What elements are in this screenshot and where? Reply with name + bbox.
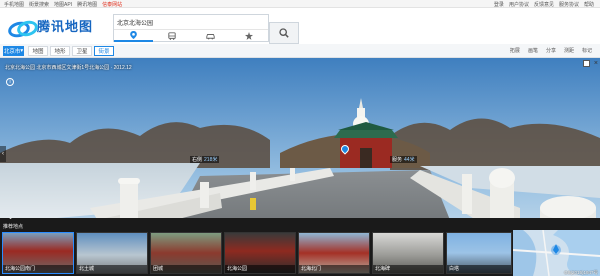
thumb-caption: 北土城 <box>77 265 147 273</box>
tool-measure[interactable]: 测距 <box>564 47 574 54</box>
link-map-api[interactable]: 地图API <box>54 1 72 8</box>
poi-label-right-dist: 44米 <box>404 157 415 163</box>
search-input[interactable] <box>114 15 268 29</box>
search-button[interactable] <box>269 22 299 44</box>
map-tabs: 地图 地形 卫星 街景 <box>28 46 114 56</box>
link-help[interactable]: 帮助 <box>584 1 594 8</box>
link-mobile-map[interactable]: 手机地图 <box>4 1 24 8</box>
poi-label-right-name: 服务 <box>392 157 403 163</box>
thumb-caption: 团城 <box>151 265 221 273</box>
fullscreen-icon[interactable] <box>583 60 590 67</box>
city-name: 北京市 <box>3 49 21 55</box>
thumb-caption: 北海北门 <box>299 265 369 273</box>
thumb-item[interactable]: 北土城 <box>76 232 148 274</box>
link-hot[interactable]: 信泰网站 <box>102 1 122 8</box>
top-bar: 手机地图 街景搜索 地图API 腾讯地图 信泰网站 登录 用户协议 反馈意见 服… <box>0 0 600 8</box>
link-user-agreement[interactable]: 用户协议 <box>509 1 529 8</box>
link-tencent-map[interactable]: 腾讯地图 <box>77 1 97 8</box>
logo[interactable]: 腾讯地图 <box>8 16 93 35</box>
poi-label-left-name: 右侧 <box>192 157 203 163</box>
mode-car[interactable] <box>191 30 230 42</box>
filmstrip-title: 推荐地点 <box>3 224 24 230</box>
logo-text: 腾讯地图 <box>37 19 94 34</box>
close-icon[interactable]: × <box>594 60 598 67</box>
panorama-caption: 北京北海公园 北京市西城区文津街1号北海公园 · 2012.12 <box>5 65 132 71</box>
city-selector[interactable]: 北京市 ▾ <box>3 46 24 56</box>
thumb-item[interactable]: 北海公园 <box>224 232 296 274</box>
car-icon <box>206 34 215 40</box>
poi-label-right[interactable]: 服务 44米 <box>390 156 417 163</box>
thumb-item[interactable]: 北海碑 <box>372 232 444 274</box>
search-box <box>113 14 269 42</box>
mode-favorite[interactable] <box>230 30 269 42</box>
link-login[interactable]: 登录 <box>494 1 504 8</box>
bus-icon <box>168 32 176 40</box>
tool-draw[interactable]: 画笔 <box>528 47 538 54</box>
tab-satellite[interactable]: 卫星 <box>72 46 92 56</box>
star-icon <box>244 32 253 40</box>
link-feedback[interactable]: 反馈意见 <box>534 1 554 8</box>
thumb-item[interactable]: 北海北门 <box>298 232 370 274</box>
tool-expand[interactable]: 拓展 <box>510 47 520 54</box>
recommend-filmstrip: ⌄ 推荐地点 北海公园南门 北土城 团城 北海公园 北海北门 北海碑 白塔 <box>0 215 600 276</box>
copyright: GS(2015)1947号 <box>563 270 598 275</box>
collapse-icon[interactable]: ⌄ <box>8 214 13 221</box>
header: 腾讯地图 <box>0 8 600 44</box>
tab-streetview[interactable]: 街景 <box>94 46 114 56</box>
mode-locate[interactable] <box>114 30 153 42</box>
map-toolbar: 北京市 ▾ 地图 地形 卫星 街景 拓展 画笔 分享 测距 标记 <box>0 44 600 58</box>
thumb-caption: 北海碑 <box>373 265 443 273</box>
poi-label-left[interactable]: 右侧 218米 <box>190 156 220 163</box>
map-tools: 拓展 画笔 分享 测距 标记 <box>510 47 592 54</box>
mode-bus[interactable] <box>153 30 192 42</box>
locate-icon <box>129 31 137 39</box>
thumb-caption: 北海公园南门 <box>3 265 73 273</box>
thumb-caption: 白塔 <box>447 265 511 273</box>
left-arrow-icon[interactable]: ‹ <box>0 146 6 162</box>
thumb-item[interactable]: 北海公园南门 <box>2 232 74 274</box>
link-streetview-search[interactable]: 街景搜索 <box>29 1 49 8</box>
thumb-item[interactable]: 团城 <box>150 232 222 274</box>
tab-map[interactable]: 地图 <box>28 46 48 56</box>
poi-label-left-dist: 218米 <box>204 157 218 163</box>
logo-icon <box>8 19 34 33</box>
mini-map[interactable]: GS(2015)1947号 <box>513 230 600 276</box>
search-modes <box>114 29 268 42</box>
thumb-caption: 北海公园 <box>225 265 295 273</box>
info-icon[interactable]: i <box>6 78 14 86</box>
tool-mark[interactable]: 标记 <box>582 47 592 54</box>
tool-share[interactable]: 分享 <box>546 47 556 54</box>
link-service[interactable]: 服务协议 <box>559 1 579 8</box>
tab-terrain[interactable]: 地形 <box>50 46 70 56</box>
thumb-item[interactable]: 白塔 <box>446 232 512 274</box>
search-icon <box>279 28 289 38</box>
